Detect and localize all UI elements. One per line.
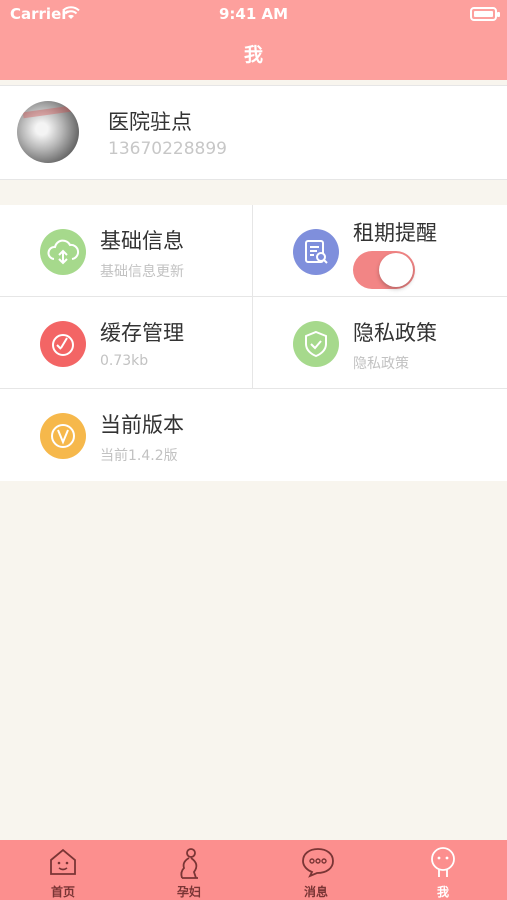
profile-phone: 13670228899: [108, 139, 227, 159]
menu-subtitle: 隐私政策: [353, 356, 409, 372]
shield-check-icon: [293, 321, 339, 367]
menu-title: 基础信息: [100, 229, 184, 253]
rent-reminder-toggle[interactable]: [353, 251, 415, 289]
tab-bar: 首页 孕妇 消息 我: [0, 840, 507, 900]
home-icon: [50, 848, 76, 875]
tab-messages[interactable]: 消息: [253, 840, 379, 900]
menu-title: 隐私政策: [353, 321, 437, 345]
version-v-icon: [40, 413, 86, 459]
top-bar: Carrier 9:41 AM 我: [0, 0, 507, 80]
message-icon: [302, 848, 334, 878]
search-document-icon: [293, 229, 339, 275]
toggle-knob: [379, 253, 413, 287]
menu-subtitle: 基础信息更新: [100, 264, 184, 280]
menu-title: 当前版本: [100, 413, 184, 437]
tab-home[interactable]: 首页: [0, 840, 126, 900]
pregnant-woman-icon: [180, 848, 198, 879]
menu-subtitle: 当前1.4.2版: [100, 448, 178, 464]
menu-rent-reminder: 租期提醒: [253, 205, 507, 297]
menu-basic-info[interactable]: 基础信息 基础信息更新: [0, 205, 253, 297]
tab-label: 首页: [50, 885, 75, 899]
menu-title: 缓存管理: [100, 321, 184, 345]
profile-name: 医院驻点: [108, 110, 192, 134]
battery-icon: [470, 7, 500, 21]
status-time: 9:41 AM: [218, 5, 289, 23]
cloud-upload-icon: [40, 229, 86, 275]
menu-cache-management[interactable]: 缓存管理 0.73kb: [0, 297, 253, 389]
status-bar: Carrier 9:41 AM: [0, 0, 507, 28]
tab-label: 孕妇: [176, 885, 201, 899]
page-title: 我: [243, 44, 263, 66]
avatar[interactable]: [17, 101, 79, 163]
menu-privacy-policy[interactable]: 隐私政策 隐私政策: [253, 297, 507, 389]
menu-title: 租期提醒: [353, 221, 437, 245]
tab-me[interactable]: 我: [380, 840, 506, 900]
tab-label: 我: [436, 885, 449, 899]
menu-subtitle: 0.73kb: [100, 353, 149, 369]
broom-icon: [40, 321, 86, 367]
profile-face-icon: [431, 847, 455, 877]
tab-pregnant[interactable]: 孕妇: [126, 840, 252, 900]
tab-label: 消息: [303, 885, 328, 899]
menu-current-version[interactable]: 当前版本 当前1.4.2版: [0, 389, 507, 481]
settings-grid: 基础信息 基础信息更新 租期提醒 缓存管理 0.73kb 隐私政策 隐私政策 当…: [0, 205, 507, 481]
profile-card[interactable]: 医院驻点 13670228899: [0, 85, 507, 180]
